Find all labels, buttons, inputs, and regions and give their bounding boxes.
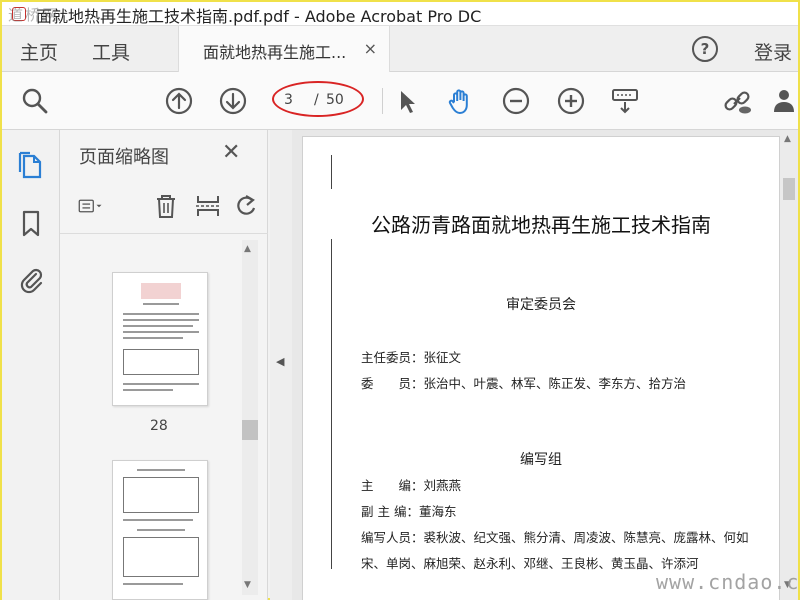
scrollbar-thumb[interactable] — [783, 178, 795, 200]
scroll-down-arrow-icon[interactable]: ▼ — [244, 580, 251, 590]
help-icon[interactable]: ? — [692, 36, 718, 62]
document-title: 公路沥青路面就地热再生施工技术指南 — [371, 213, 711, 237]
delete-page-icon[interactable] — [152, 192, 180, 220]
scrollbar-thumb[interactable] — [242, 420, 258, 440]
attachment-icon[interactable] — [16, 264, 46, 294]
section-heading: 编写组 — [520, 452, 562, 468]
thumbnail-page-28[interactable] — [112, 272, 208, 406]
rotate-page-icon[interactable] — [232, 192, 260, 220]
search-icon[interactable] — [20, 86, 50, 116]
login-button[interactable]: 登录 — [754, 38, 792, 65]
collapse-arrow-icon[interactable]: ◀ — [276, 355, 284, 368]
thumbnails-panel: 页面缩略图 ✕ 28 ▲ ▼ — [60, 130, 268, 600]
hand-icon[interactable] — [446, 86, 476, 116]
scroll-up-arrow-icon[interactable]: ▲ — [784, 134, 791, 144]
tools-tab[interactable]: 工具 — [92, 38, 130, 65]
left-rail — [2, 130, 60, 600]
tab-bar: 主页 工具 面就地热再生施工... × ? 登录 — [2, 26, 798, 72]
home-tab[interactable]: 主页 — [20, 38, 58, 65]
link-icon[interactable] — [722, 86, 752, 116]
zoom-out-icon[interactable] — [501, 86, 531, 116]
thumbnail-page-next[interactable] — [112, 460, 208, 600]
close-panel-icon[interactable]: ✕ — [222, 140, 240, 165]
text-line: 主任委员：张征文 — [361, 350, 462, 365]
select-arrow-icon[interactable] — [392, 86, 422, 116]
close-tab-icon[interactable]: × — [364, 39, 377, 58]
rotate-split-icon[interactable] — [194, 192, 222, 220]
text-line: 委 员：张治中、叶震、林军、陈正发、李东方、拾方治 — [361, 376, 687, 391]
thumbnail-scrollbar[interactable]: ▲ ▼ — [242, 240, 258, 595]
page-up-icon[interactable] — [164, 86, 194, 116]
toolbar-divider — [382, 88, 383, 114]
document-viewer: 公路沥青路面就地热再生施工技术指南 审定委员会 主任委员：张征文 委 员：张治中… — [292, 130, 798, 600]
thumbnail-tools — [60, 180, 268, 234]
window-title: 面就地热再生施工技术指南.pdf.pdf - Adobe Acrobat Pro… — [36, 7, 482, 26]
page-down-icon[interactable] — [218, 86, 248, 116]
text-line: 宋、单岗、麻旭荣、赵永利、邓继、王良彬、黄玉晶、许添河 — [361, 556, 699, 571]
document-scrollbar[interactable]: ▲ ▼ — [780, 130, 798, 600]
zoom-in-icon[interactable] — [556, 86, 586, 116]
red-highlight-oval — [272, 81, 364, 117]
page-thumbnails-icon[interactable] — [16, 150, 46, 180]
section-heading: 审定委员会 — [506, 297, 576, 313]
text-line: 主 编：刘燕燕 — [361, 478, 462, 493]
scroll-up-arrow-icon[interactable]: ▲ — [244, 244, 251, 254]
crop-mark — [331, 239, 332, 569]
keyboard-download-icon[interactable] — [610, 86, 640, 116]
thumbnail-options-icon[interactable] — [78, 192, 122, 220]
site-logo-watermark: 道桥网 — [8, 6, 60, 24]
document-tab-label: 面就地热再生施工... — [203, 43, 347, 62]
title-bar: 面就地热再生施工技术指南.pdf.pdf - Adobe Acrobat Pro… — [2, 2, 798, 26]
document-tab[interactable]: 面就地热再生施工... × — [178, 26, 390, 72]
panel-collapse-handle[interactable]: ◀ — [270, 130, 292, 600]
share-user-icon[interactable] — [772, 86, 800, 116]
bookmark-icon[interactable] — [16, 208, 46, 238]
panel-title: 页面缩略图 — [79, 147, 169, 168]
text-line: 编写人员：裘秋波、纪文强、熊分清、周凌波、陈慧亮、庞露林、何如 — [361, 530, 749, 545]
toolbar: 3 / 50 — [2, 72, 798, 130]
crop-mark — [331, 155, 332, 189]
thumbnail-page-number: 28 — [150, 418, 168, 434]
site-watermark: www.cndao.com — [656, 570, 800, 594]
text-line: 副 主 编：董海东 — [361, 504, 457, 519]
document-page: 公路沥青路面就地热再生施工技术指南 审定委员会 主任委员：张征文 委 员：张治中… — [302, 136, 780, 600]
